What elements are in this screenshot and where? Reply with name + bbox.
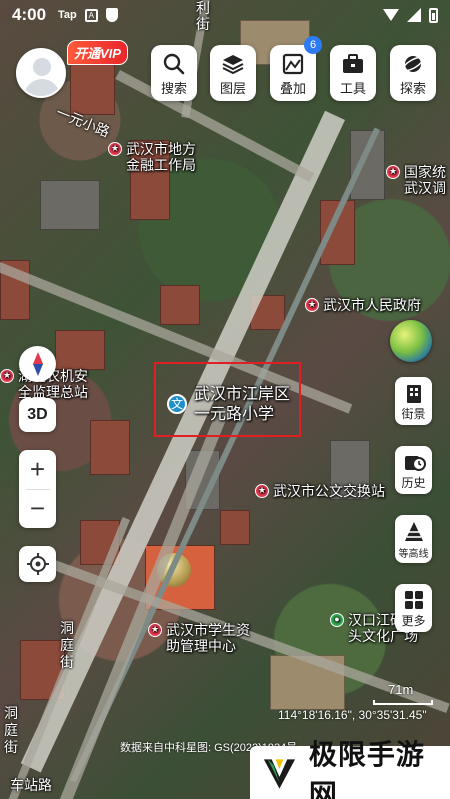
avatar-body-icon (24, 79, 60, 96)
contour-button[interactable]: 等高线 (395, 515, 432, 563)
more-grid-icon (405, 591, 423, 609)
scale-bar (373, 700, 433, 705)
street-view-button[interactable]: 街景 (395, 377, 432, 425)
road-label-top: 利街 (196, 0, 210, 32)
road-label-bottom: 车站路 (10, 777, 52, 793)
map-screen: 4:00 Tap A 开通VIP 搜索 图层 6 叠加 工具 探索 一元小路 利… (0, 0, 450, 799)
history-label: 历史 (401, 476, 426, 490)
explore-label: 探索 (399, 81, 426, 96)
school-name-line2: 一元路小学 (194, 406, 275, 423)
selected-poi-label: 武汉市江岸区 一元路小学 (194, 385, 290, 425)
history-icon (405, 456, 426, 471)
app-a-icon: A (84, 8, 98, 22)
locate-button[interactable] (19, 546, 56, 582)
contour-label: 等高线 (398, 549, 429, 560)
poi-line2: 武汉调 (404, 180, 446, 196)
poi-line1: 武汉市公文交换站 (273, 483, 385, 499)
coordinates-readout: 114°18'16.16", 30°35'31.45" (278, 708, 427, 722)
more-button[interactable]: 更多 (395, 584, 432, 632)
poi-star-icon: ★ (0, 369, 14, 383)
watermark-text: 极限手游网 (308, 738, 425, 799)
wifi-icon (383, 9, 399, 21)
avatar-head-icon (33, 58, 51, 76)
school-icon: 文 (167, 394, 187, 414)
3d-toggle-button[interactable]: 3D (19, 398, 56, 432)
tools-button[interactable]: 工具 (330, 45, 376, 101)
search-icon (163, 53, 185, 75)
contour-icon (405, 522, 423, 541)
poi-student-aid[interactable]: ★ 武汉市学生资 助管理中心 (148, 622, 250, 654)
poi-line1: 武汉市学生资 (166, 622, 250, 638)
building (40, 180, 100, 230)
road-label-left: 洞庭街 (4, 705, 18, 755)
zoom-out-button[interactable]: − (19, 489, 56, 528)
open-vip-badge[interactable]: 开通VIP (67, 40, 128, 65)
watermark-logo-icon (263, 758, 296, 789)
overlay-button[interactable]: 6 叠加 (270, 36, 322, 101)
poi-finance-bureau[interactable]: ★ 武汉市地方 金融工作局 (108, 141, 196, 173)
status-time: 4:00 (12, 5, 47, 24)
overlay-count-badge: 6 (304, 36, 322, 54)
shield-icon (105, 8, 118, 22)
poi-star-icon: ★ (386, 165, 400, 179)
zoom-control: + − (19, 450, 56, 528)
poi-star-icon: ★ (108, 142, 122, 156)
history-button[interactable]: 历史 (395, 446, 432, 494)
street-view-label: 街景 (401, 407, 426, 421)
building (220, 510, 250, 545)
poi-city-government[interactable]: ★ 武汉市人民政府 (305, 297, 421, 313)
building (55, 330, 105, 370)
street-view-icon (407, 385, 421, 403)
planet-icon (402, 56, 424, 72)
search-label: 搜索 (160, 81, 187, 96)
3d-globe-button[interactable] (390, 320, 432, 362)
poi-line1: 武汉市人民政府 (323, 297, 421, 313)
poi-line2: 金融工作局 (126, 157, 196, 173)
layers-icon (222, 55, 244, 75)
poi-document-exchange[interactable]: ★ 武汉市公文交换站 (255, 483, 385, 499)
search-button[interactable]: 搜索 (151, 45, 197, 101)
explore-button[interactable]: 探索 (390, 45, 436, 101)
overlay-icon (282, 53, 304, 75)
poi-statistics[interactable]: ★ 国家统 武汉调 (386, 164, 446, 196)
poi-line1: 国家统 (404, 164, 446, 180)
signal-icon (407, 8, 421, 22)
building (70, 60, 115, 115)
poi-park-icon: ● (330, 613, 344, 627)
building (160, 285, 200, 325)
user-avatar[interactable] (16, 48, 66, 98)
school-name-line1: 武汉市江岸区 (194, 386, 291, 403)
overlay-label: 叠加 (279, 81, 306, 96)
poi-line2: 助管理中心 (166, 638, 236, 654)
crosshair-icon (26, 553, 49, 575)
road-label-dongting: 洞庭街 (60, 620, 74, 670)
zoom-in-button[interactable]: + (19, 450, 56, 489)
compass-button[interactable] (19, 346, 56, 382)
more-label: 更多 (401, 614, 426, 628)
layers-label: 图层 (219, 81, 246, 96)
scale-label: 71m (388, 682, 414, 697)
tools-label: 工具 (339, 81, 366, 96)
toolbox-icon (343, 54, 363, 73)
site-watermark: 极限手游网 (250, 739, 450, 799)
layers-button[interactable]: 图层 (210, 45, 256, 101)
tap-app-icon: Tap (58, 9, 77, 21)
poi-line1: 武汉市地方 (126, 141, 196, 157)
poi-star-icon: ★ (305, 298, 319, 312)
poi-star-icon: ★ (148, 623, 162, 637)
compass-icon (32, 352, 43, 376)
building (90, 420, 130, 475)
battery-icon (429, 7, 438, 23)
status-icons (383, 7, 438, 23)
status-bar: 4:00 Tap A (0, 0, 450, 30)
poi-star-icon: ★ (255, 484, 269, 498)
